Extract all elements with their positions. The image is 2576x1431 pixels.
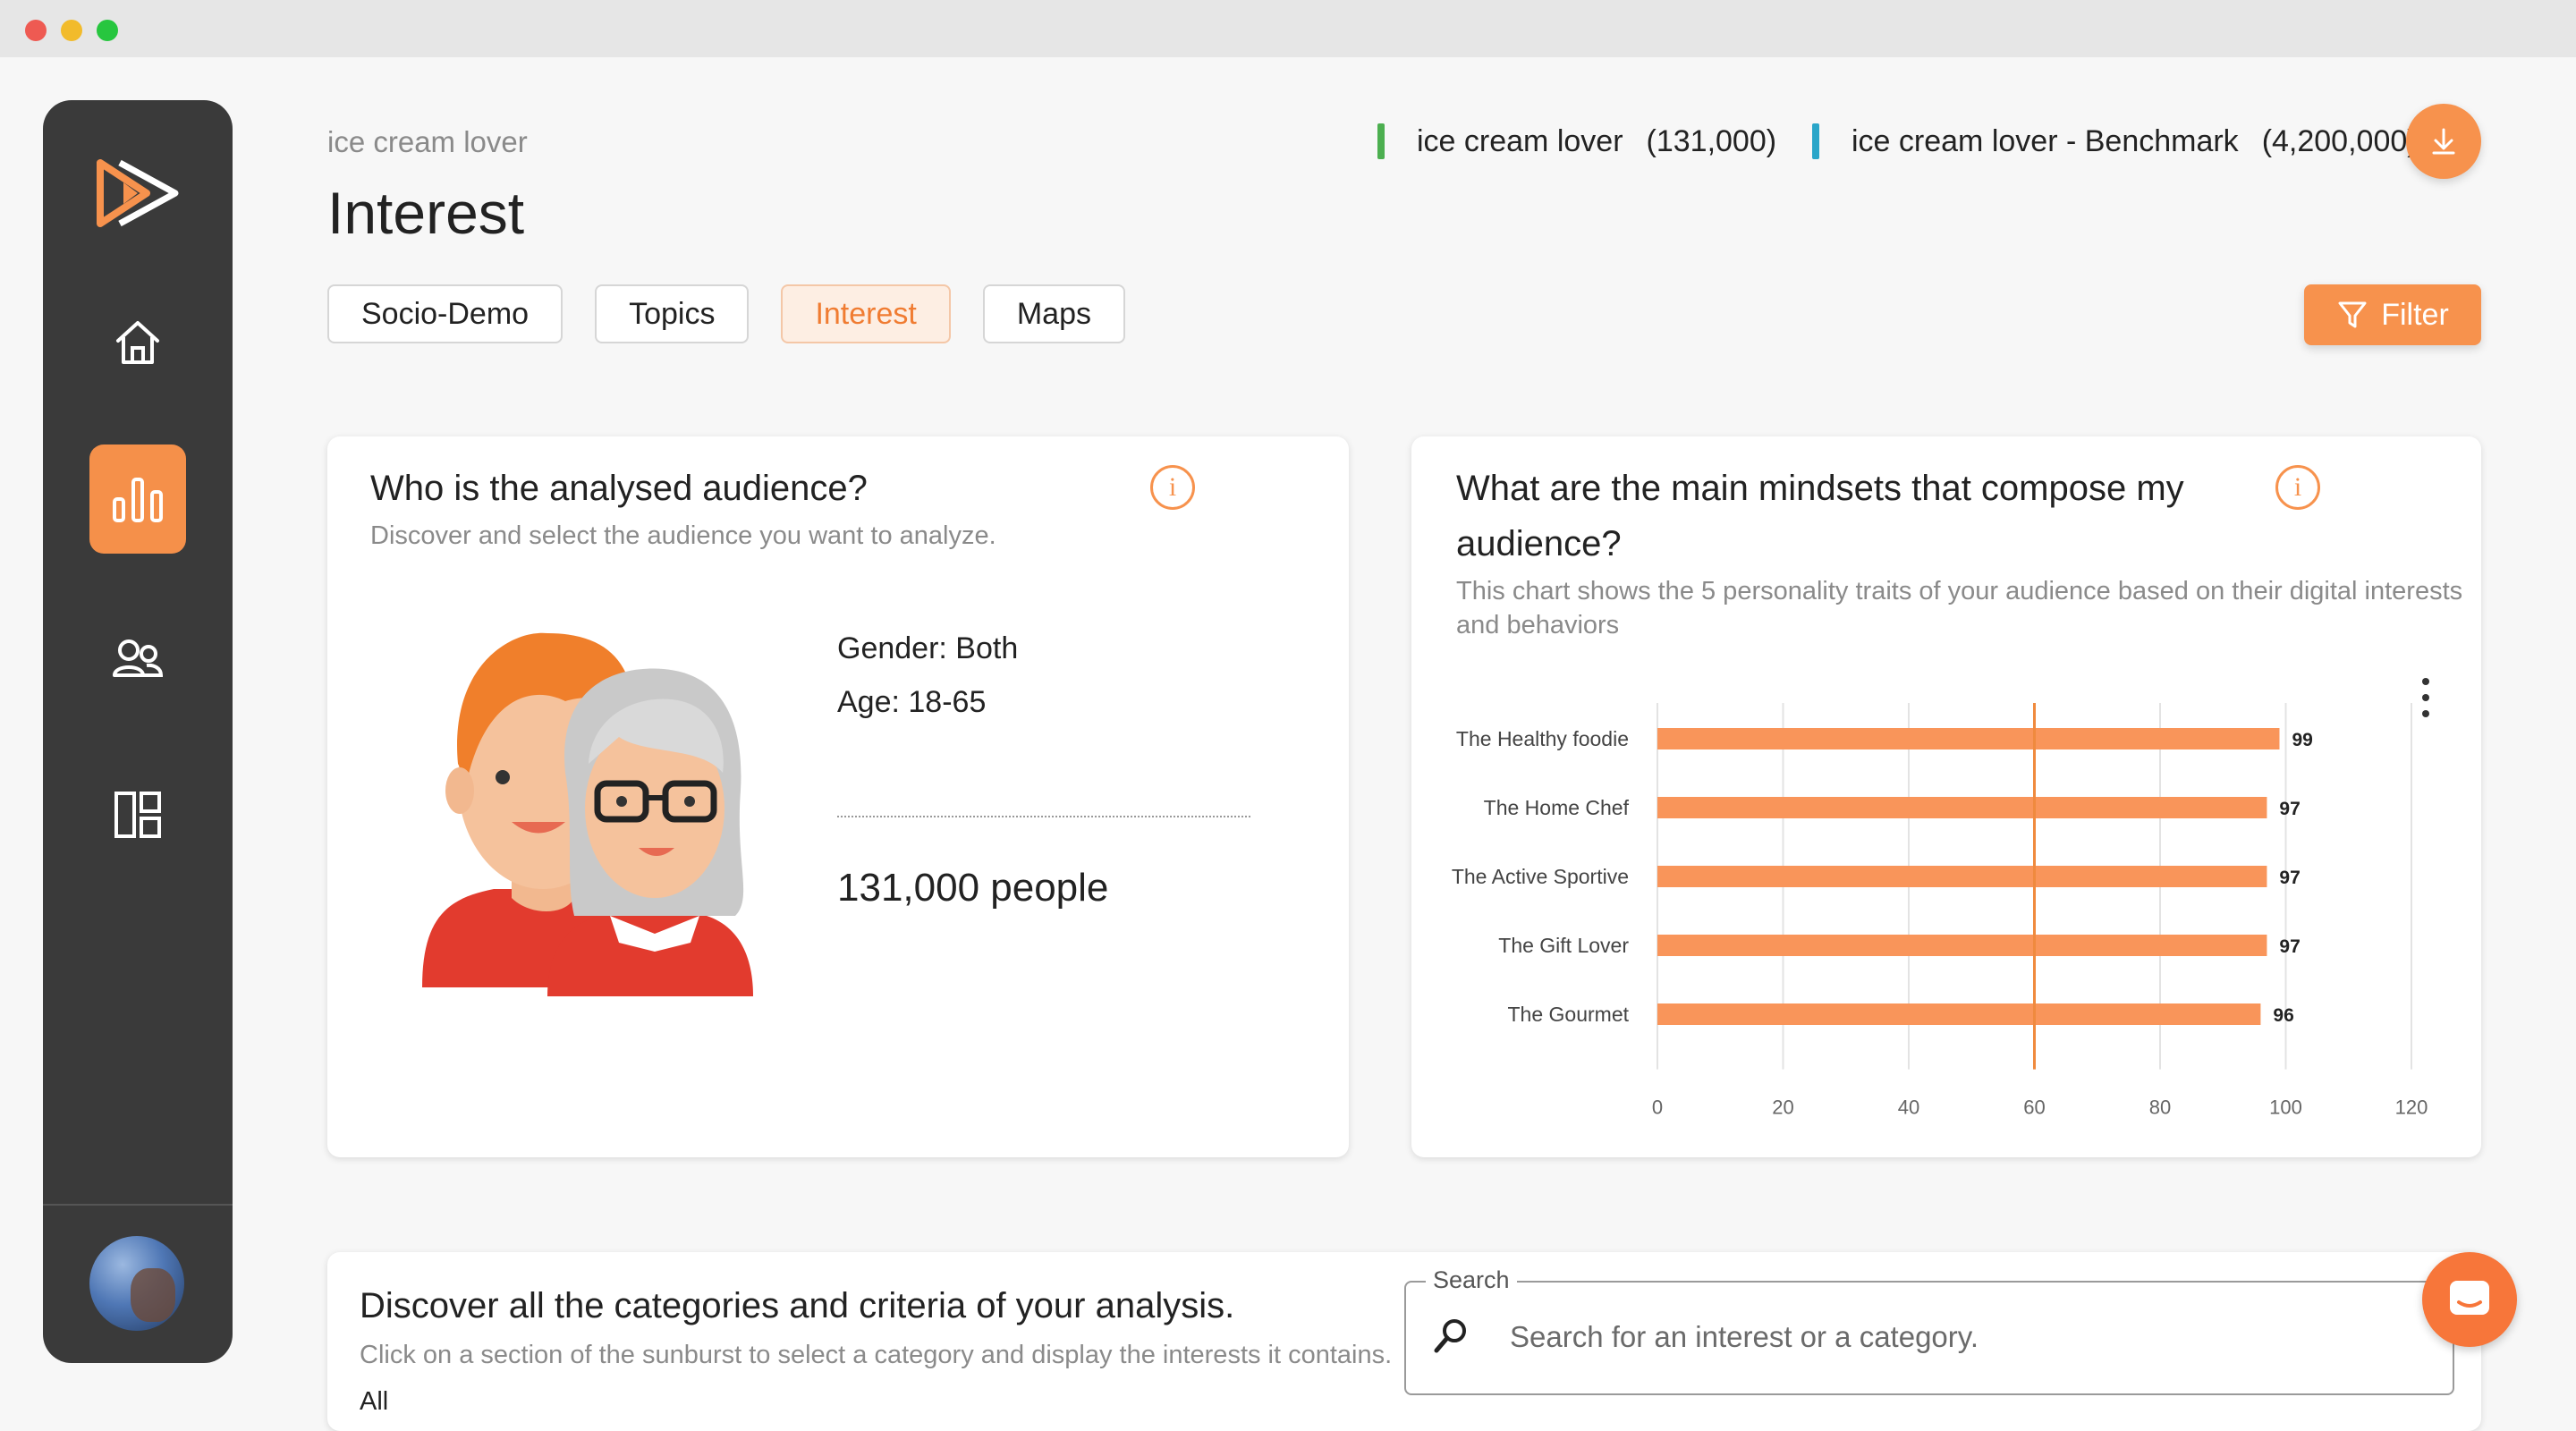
legend-audience-label: ice cream lover	[1417, 123, 1623, 158]
chart-category-label: The Gift Lover	[1498, 934, 1629, 957]
tab-topics[interactable]: Topics	[595, 284, 750, 343]
chart-x-tick-label: 60	[2023, 1097, 2045, 1119]
audience-illustration	[422, 632, 753, 996]
chart-data-label: 97	[2279, 799, 2300, 819]
info-icon[interactable]: i	[1150, 465, 1195, 510]
download-button[interactable]	[2406, 104, 2481, 179]
chart-x-tick-label: 40	[1898, 1097, 1919, 1119]
sidebar-item-home[interactable]	[89, 294, 186, 391]
chart-bar	[1657, 797, 2267, 818]
chart-x-tick-label: 0	[1652, 1097, 1663, 1119]
sidebar-item-dashboard[interactable]	[89, 766, 186, 863]
chart-data-label: 97	[2279, 936, 2300, 957]
tab-interest[interactable]: Interest	[781, 284, 951, 343]
chart-category-label: The Healthy foodie	[1456, 727, 1629, 750]
chart-bar	[1657, 935, 2267, 956]
avatar[interactable]	[89, 1236, 184, 1331]
filter-button[interactable]: Filter	[2304, 284, 2481, 345]
audience-age: Age: 18-65	[837, 685, 987, 719]
chart-data-label: 97	[2279, 868, 2300, 888]
tab-bar: Socio-Demo Topics Interest Maps	[327, 284, 1125, 343]
breadcrumb: ice cream lover	[327, 125, 528, 158]
audience-card-subtitle: Discover and select the audience you wan…	[370, 521, 996, 550]
audience-gender: Gender: Both	[837, 631, 1019, 665]
chart-category-label: The Active Sportive	[1452, 865, 1629, 888]
chart-x-tick-label: 120	[2395, 1097, 2428, 1119]
legend-benchmark-label: ice cream lover - Benchmark	[1852, 123, 2239, 158]
mindsets-bar-chart: 0 20 40 60 80 100 120 The Healthy foodie 99 The H…	[1452, 703, 2428, 1119]
discover-card-title: Discover all the categories and criteria…	[360, 1286, 1235, 1325]
legend-benchmark: ice cream lover - Benchmark (4,200,000)	[1812, 123, 2418, 159]
chart-x-tick-label: 20	[1772, 1097, 1793, 1119]
bar-chart-icon	[113, 478, 163, 522]
users-icon	[113, 639, 164, 677]
chart-data-label: 99	[2292, 730, 2312, 750]
chart-bar	[1657, 866, 2267, 887]
legend-audience-swatch	[1377, 123, 1385, 159]
page-title: Interest	[327, 180, 525, 246]
sidebar-divider	[43, 1204, 233, 1206]
chart-category-label: The Gourmet	[1508, 1003, 1630, 1026]
search-label: Search	[1426, 1266, 1517, 1294]
legend-benchmark-swatch	[1812, 123, 1819, 159]
sidebar-item-audience[interactable]	[89, 610, 186, 707]
chart-x-tick-label: 100	[2269, 1097, 2302, 1119]
chart-category-label: The Home Chef	[1484, 796, 1630, 819]
chat-button[interactable]	[2422, 1252, 2517, 1347]
window-titlebar	[0, 0, 2576, 57]
audience-people-count: 131,000 people	[837, 866, 1109, 910]
search-input[interactable]	[1508, 1313, 2406, 1361]
chart-bar	[1657, 728, 2280, 749]
chart-bar	[1657, 1003, 2261, 1025]
sidebar	[43, 100, 233, 1363]
audience-card-title: Who is the analysed audience?	[370, 469, 868, 508]
legend-benchmark-count: (4,200,000)	[2261, 123, 2418, 158]
home-icon	[116, 321, 159, 364]
dashboard-icon	[114, 792, 161, 838]
filter-label: Filter	[2381, 297, 2449, 332]
chat-icon	[2450, 1281, 2489, 1315]
tab-socio-demo[interactable]: Socio-Demo	[327, 284, 564, 343]
legend-audience: ice cream lover (131,000)	[1377, 123, 1776, 159]
funnel-icon	[2338, 301, 2367, 328]
legend-audience-count: (131,000)	[1646, 123, 1777, 158]
sidebar-item-analytics[interactable]	[89, 445, 186, 554]
chart-x-tick-label: 80	[2149, 1097, 2171, 1119]
chart-data-label: 96	[2273, 1005, 2293, 1026]
logo-icon[interactable]	[89, 145, 186, 241]
minimize-window-button[interactable]	[61, 20, 82, 41]
search-icon	[1434, 1319, 1466, 1353]
tab-maps[interactable]: Maps	[982, 284, 1125, 343]
discover-card-subtitle: Click on a section of the sunburst to se…	[360, 1341, 1393, 1369]
close-window-button[interactable]	[25, 20, 47, 41]
audience-divider	[837, 816, 1250, 817]
mindsets-card: What are the main mindsets that compose …	[1411, 436, 2481, 1157]
maximize-window-button[interactable]	[97, 20, 118, 41]
audience-card: Who is the analysed audience? Discover a…	[327, 436, 1349, 1157]
sunburst-all-label: All	[360, 1387, 389, 1416]
download-icon	[2432, 128, 2455, 155]
